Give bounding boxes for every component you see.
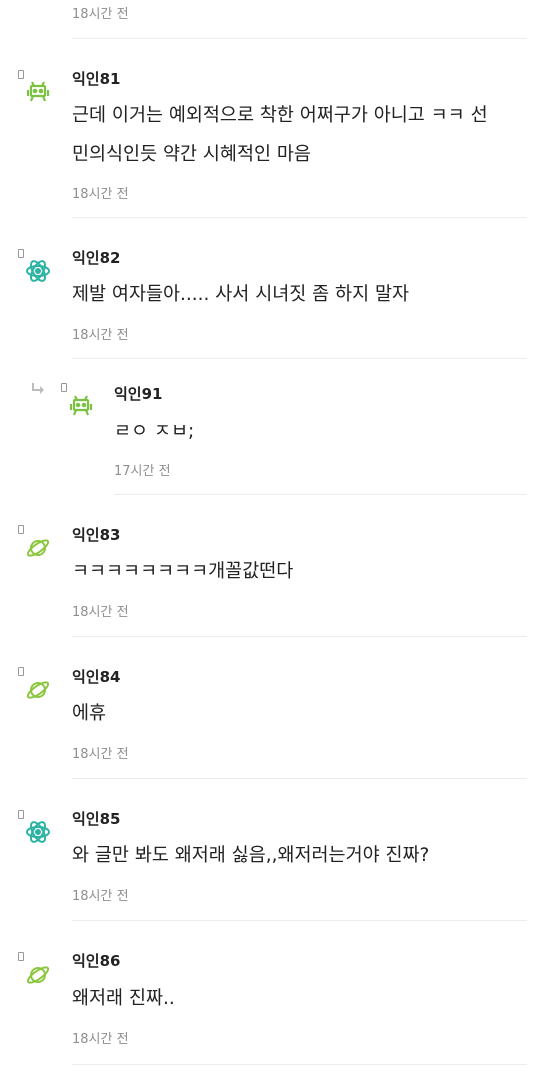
comment-line: 제발 여자들아..... 사서 시녀짓 좀 하지 말자 bbox=[72, 284, 410, 305]
author-marker-icon bbox=[18, 667, 24, 676]
comment-divider bbox=[72, 778, 527, 779]
comment-author[interactable]: 익인81 bbox=[72, 68, 120, 89]
comment-author[interactable]: 익인91 bbox=[114, 383, 162, 404]
comment-timestamp: 18시간 전 bbox=[72, 328, 129, 343]
comment-divider bbox=[72, 636, 527, 637]
author-marker-icon bbox=[61, 383, 67, 392]
comment-author[interactable]: 익인83 bbox=[72, 524, 120, 545]
atom-icon bbox=[24, 257, 52, 285]
comment-body: 왜저래 진짜.. bbox=[72, 979, 175, 1018]
comment-author[interactable]: 익인84 bbox=[72, 666, 120, 687]
comment-divider bbox=[114, 494, 527, 495]
planet-icon bbox=[24, 676, 52, 704]
invader-icon bbox=[67, 392, 95, 420]
comment-line: 민의식인듯 약간 시혜적인 마음 bbox=[72, 144, 311, 165]
invader-icon bbox=[24, 78, 52, 106]
comment-body: 에휴 bbox=[72, 694, 106, 733]
comment-body: 제발 여자들아..... 사서 시녀짓 좀 하지 말자 bbox=[72, 275, 409, 314]
comment-timestamp: 18시간 전 bbox=[72, 1032, 129, 1047]
author-marker-icon bbox=[18, 525, 24, 534]
comment-line: 근데 이거는 예외적으로 착한 어쩌구가 아니고 ㅋㅋ 선 bbox=[72, 105, 488, 126]
comment-body: 와 글만 봐도 왜저래 싫음,,왜저러는거야 진짜? bbox=[72, 836, 429, 875]
reply-arrow-icon bbox=[32, 383, 44, 394]
planet-icon bbox=[24, 961, 52, 989]
comment-timestamp: 18시간 전 bbox=[72, 605, 129, 620]
comment-author[interactable]: 익인82 bbox=[72, 247, 120, 268]
comment-divider bbox=[72, 1064, 527, 1065]
comment-line: ㅋㅋㅋㅋㅋㅋㅋㅋ개꼴값떤다 bbox=[72, 561, 294, 582]
comment-timestamp: 18시간 전 bbox=[72, 889, 129, 904]
author-marker-icon bbox=[18, 952, 24, 961]
comment-divider bbox=[72, 38, 527, 39]
comment-divider bbox=[72, 358, 527, 359]
comment-divider bbox=[72, 920, 527, 921]
comment-author[interactable]: 익인85 bbox=[72, 808, 120, 829]
comment-line: 에휴 bbox=[72, 703, 107, 724]
comment-line: 와 글만 봐도 왜저래 싫음,,왜저러는거야 진짜? bbox=[72, 845, 430, 866]
atom-icon bbox=[24, 818, 52, 846]
comment-divider bbox=[72, 217, 527, 218]
comment-body: 근데 이거는 예외적으로 착한 어쩌구가 아니고 ㅋㅋ 선 민의식인듯 약간 시… bbox=[72, 96, 488, 174]
comment-line: ㄹㅇ ㅈㅂ; bbox=[114, 421, 195, 442]
comment-body: ㄹㅇ ㅈㅂ; bbox=[114, 412, 194, 451]
comment-body: ㅋㅋㅋㅋㅋㅋㅋㅋ개꼴값떤다 bbox=[72, 552, 293, 591]
comment-author[interactable]: 익인86 bbox=[72, 950, 120, 971]
comment-timestamp: 18시간 전 bbox=[72, 747, 129, 762]
comment-timestamp: 18시간 전 bbox=[72, 7, 129, 22]
comment-timestamp: 18시간 전 bbox=[72, 187, 129, 202]
comment-timestamp: 17시간 전 bbox=[114, 464, 171, 479]
planet-icon bbox=[24, 534, 52, 562]
comment-line: 왜저래 진짜.. bbox=[72, 988, 175, 1009]
